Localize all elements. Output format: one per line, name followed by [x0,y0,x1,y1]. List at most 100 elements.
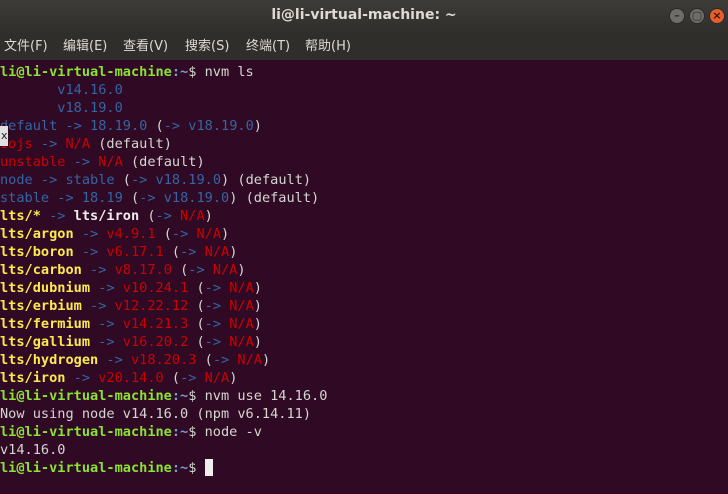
alias-default: default -> 18.19.0 (-> v18.19.0) [0,117,262,135]
command-text: node -v [204,424,262,440]
menu-edit[interactable]: 编辑(E) [63,34,107,60]
alias-suffix: (default) [90,136,172,152]
lts-arrow: -> [204,316,230,332]
terminal-output[interactable]: li@li-virtual-machine:~$ nvm ls v14.16.0… [0,60,728,494]
lts-version: v16.20.2 [122,334,189,350]
prompt-path: :~ [171,388,189,404]
paren-open: ( [171,262,189,278]
alias-arrow: -> [32,172,66,188]
alias-target: 18.19.0 [90,118,148,134]
menu-file[interactable]: 文件(F) [4,34,48,60]
lts-version: v14.21.3 [122,316,189,332]
alias-arrow: -> [57,118,91,134]
prompt-user-host: li@li-virtual-machine [0,424,172,440]
lts-name: lts/erbium [0,298,82,314]
menu-terminal[interactable]: 终端(T) [246,34,290,60]
lts-row: lts/argon -> v4.9.1 (-> N/A) [0,225,229,243]
paren-close: ) [253,334,262,350]
prompt-path: :~ [171,424,189,440]
alias-name: unstable [0,154,66,170]
paren-open: ( [188,316,205,332]
paren-close: ) [204,208,213,224]
prompt-symbol: $ [188,424,205,440]
lts-version: v4.9.1 [106,226,156,242]
close-button[interactable]: × [709,8,725,24]
prompt-line: li@li-virtual-machine:~$ nvm ls [0,63,254,81]
installed-version: v18.19.0 [0,100,123,116]
lts-arrow: -> [65,370,99,386]
alias-resolved: v18.19.0 [188,118,254,134]
paren-close: ) [253,316,262,332]
lts-name: lts/hydrogen [0,352,99,368]
alias-target: stable [65,172,115,188]
lts-na: N/A [229,316,254,332]
prompt-line: li@li-virtual-machine:~$ node -v [0,423,262,441]
lts-arrow: -> [98,352,131,368]
paren-close: ) [237,262,246,278]
lts-arrow: -> [73,226,107,242]
lts-version: v10.24.1 [122,280,189,296]
lts-arrow: -> [204,298,230,314]
alias-target: 18.19 [81,190,123,206]
lts-na: N/A [212,262,238,278]
alias-arrow: -> [49,190,82,206]
paren-open: ( [188,334,205,350]
menu-help[interactable]: 帮助(H) [305,34,351,60]
alias-target: N/A [65,136,91,152]
lts-na: N/A [229,280,254,296]
lts-version: v6.17.1 [106,244,164,260]
alias-arrow: -> [130,172,156,188]
side-tab-close-icon[interactable]: x [0,126,8,146]
prompt-symbol: $ [188,64,205,80]
lts-arrow: -> [73,244,107,260]
paren-close: ) [221,226,230,242]
lts-name: lts/boron [0,244,74,260]
alias-name: node [0,172,33,188]
alias-arrow: -> [163,118,189,134]
paren-open: ( [163,370,181,386]
lts-row: lts/dubnium -> v10.24.1 (-> N/A) [0,279,262,297]
lts-arrow: -> [171,226,197,242]
lts-arrow: -> [188,262,213,278]
window-title: li@li-virtual-machine: ~ [271,7,457,23]
alias-arrow: -> [65,154,99,170]
command-text: nvm use 14.16.0 [204,388,328,404]
alias-suffix: (default) [122,154,205,170]
active-prompt-line[interactable]: li@li-virtual-machine:~$ [0,459,213,477]
alias-name: stable [0,190,50,206]
lts-row: lts/boron -> v6.17.1 (-> N/A) [0,243,237,261]
alias-arrow: -> [40,208,74,224]
lts-arrow: -> [180,244,205,260]
alias-target: N/A [98,154,123,170]
alias-resolved: v18.19.0 [155,172,222,188]
paren-close: ) [253,280,262,296]
paren-open: ( [196,352,213,368]
paren-close: ) [261,352,271,368]
lts-arrow: -> [90,334,123,350]
prompt-line: li@li-virtual-machine:~$ nvm use 14.16.0 [0,387,327,405]
maximize-button[interactable]: ▢ [689,8,705,24]
title-bar[interactable]: li@li-virtual-machine: ~ – ▢ × [0,0,728,34]
lts-name: lts/carbon [0,262,82,278]
lts-name: lts/argon [0,226,74,242]
installed-version: v14.16.0 [0,82,123,98]
lts-name: lts/fermium [0,316,91,332]
lts-arrow: -> [204,280,230,296]
menu-view[interactable]: 查看(V) [123,34,168,60]
lts-version: v20.14.0 [98,370,164,386]
alias-name: default [0,118,58,134]
lts-name: lts/gallium [0,334,91,350]
prompt-symbol: $ [188,460,205,476]
menu-search[interactable]: 搜索(S) [185,34,229,60]
lts-na: N/A [204,370,230,386]
command-output: Now using node v14.16.0 (npm v6.14.11) [0,406,311,422]
lts-na: N/A [237,352,262,368]
lts-row: lts/iron -> v20.14.0 (-> N/A) [0,369,237,387]
paren-close: ) [253,298,262,314]
minimize-button[interactable]: – [669,8,685,24]
alias-suffix: ) (default) [229,190,320,206]
paren-close: ) [229,244,238,260]
lts-arrow: -> [204,334,230,350]
paren-open: ( [147,118,164,134]
prompt-path: :~ [171,64,189,80]
